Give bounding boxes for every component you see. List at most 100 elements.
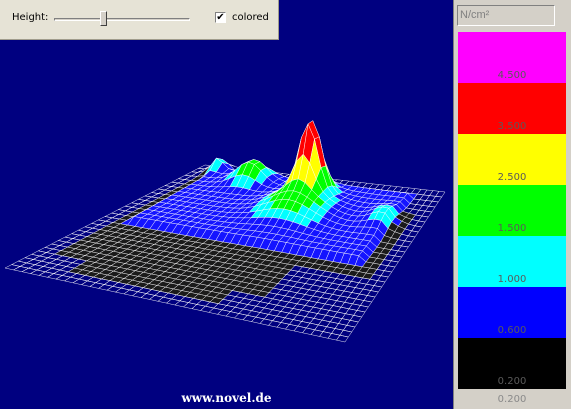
surface-cell [325,310,338,318]
surface-cell [131,291,147,298]
surface-cell [38,271,55,278]
surface-cell [285,280,298,287]
surface-cell [267,309,282,317]
surface-cell [301,316,315,324]
surface-cell [339,329,353,338]
surface-cell [255,312,269,320]
surface-cell [305,311,318,319]
surface-cell [123,289,139,297]
surface-cell [114,287,131,295]
surface-cell [226,300,240,308]
surface-cell [251,305,265,313]
surface-cell [234,302,249,310]
colored-checkbox[interactable]: ✔ [215,12,226,23]
pressure-surface-plot[interactable] [0,0,453,409]
surface-cell [297,321,311,329]
surface-cell [272,304,286,312]
surface-cell [321,314,335,323]
footer-url: www.novel.de [181,391,272,405]
surface-cell [276,311,290,319]
surface-cell [327,333,341,341]
surface-cell [317,319,331,327]
surface-cell [280,284,294,292]
surface-cell [329,316,343,324]
surface-cell [148,295,164,302]
surface-cell [263,303,278,310]
surface-cell [255,301,269,309]
height-slider-thumb[interactable] [100,11,107,26]
surface-cell [360,300,373,308]
surface-cell [4,264,21,271]
surface-cell [24,254,41,260]
surface-cell [319,331,332,339]
surface-cell [304,278,318,286]
surface-cell [80,280,97,287]
surface-cell [34,260,51,267]
surface-cell [247,299,261,307]
surface-cell [348,303,361,311]
surface-cell [320,281,333,289]
surface-cell [302,327,316,335]
surface-cell [292,303,306,311]
surface-cell [230,306,244,314]
surface-cell [312,280,326,287]
surface-cell [297,277,310,284]
surface-cell [213,303,228,311]
surface-cell [292,292,306,300]
surface-cell [300,294,314,301]
surface-cell [308,284,322,292]
legend-band-0: 4.500 [458,32,566,83]
surface-cell [32,255,49,262]
surface-cell [316,297,330,305]
pressure-3d-view[interactable]: Height: ✔ colored www.novel.de [0,0,453,409]
surface-cell [208,307,223,315]
surface-cell [12,266,30,272]
surface-cell [53,269,69,276]
surface-cell [259,296,274,304]
surface-cell [338,318,351,326]
surface-cell [300,305,314,313]
unit-label: N/cm² [457,5,555,26]
surface-cell [284,312,298,320]
surface-cell [301,272,314,280]
surface-cell [310,329,324,337]
surface-cell [251,316,265,324]
surface-cell [288,297,302,305]
surface-cell [316,275,330,283]
surface-cell [355,293,368,301]
surface-cell [242,304,257,311]
surface-cell [106,286,122,293]
surface-cell [331,328,344,336]
surface-cell [57,260,74,267]
surface-cell [268,298,282,306]
height-slider[interactable] [54,18,190,21]
surface-cell [334,323,348,331]
legend-band-label: 1.500 [497,223,527,234]
surface-cell [272,293,286,301]
surface-cell [336,334,349,343]
surface-cell [340,302,353,310]
surface-cell [296,298,310,306]
surface-cell [29,269,46,276]
surface-cell [17,257,34,264]
legend-band-5: 0.600 [458,287,566,338]
surface-cell [305,322,319,331]
height-label: Height: [12,12,49,23]
surface-cell [276,300,290,308]
surface-cell [324,298,338,306]
colored-label[interactable]: colored [232,12,269,23]
surface-cell [259,307,273,315]
surface-cell [356,305,369,313]
legend-band-label: 4.500 [497,70,527,81]
surface-cell [337,306,350,314]
legend-band-6: 0.200 [458,338,566,389]
surface-cell [292,314,306,322]
surface-cell [200,305,215,313]
surface-cell [333,311,346,319]
surface-cell [293,325,307,334]
surface-cell [272,315,286,323]
surface-cell [27,264,44,271]
surface-cell [19,262,36,269]
surface-cell [288,286,302,294]
surface-cell [242,315,257,322]
